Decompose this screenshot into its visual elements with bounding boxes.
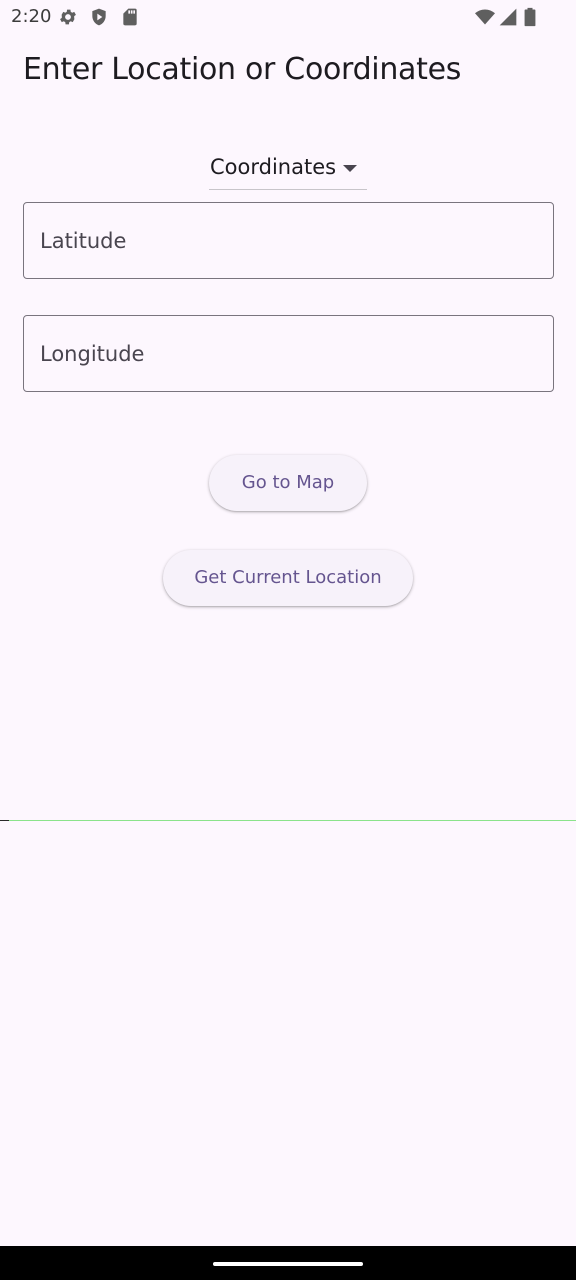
page-title: Enter Location or Coordinates [23,52,462,87]
gear-icon [58,7,78,27]
divider-line [0,820,576,821]
sd-card-icon [120,7,140,27]
latitude-input[interactable] [24,203,553,278]
get-current-location-button[interactable]: Get Current Location [163,550,413,606]
system-nav-bar [0,1246,576,1280]
longitude-field[interactable] [23,315,554,392]
status-time: 2:20 [11,6,52,27]
caret-down-icon [343,164,357,174]
longitude-input[interactable] [24,316,553,391]
go-to-map-button[interactable]: Go to Map [209,455,367,511]
divider-start-mark [0,820,9,821]
shield-icon [89,7,109,27]
status-bar: 2:20 [0,0,576,34]
wifi-icon [474,7,496,27]
latitude-field[interactable] [23,202,554,279]
mode-dropdown-value: Coordinates [210,155,337,179]
battery-icon [523,7,537,27]
home-gesture-handle[interactable] [213,1262,363,1266]
cell-signal-icon [498,7,518,27]
mode-dropdown[interactable]: Coordinates [209,150,367,190]
